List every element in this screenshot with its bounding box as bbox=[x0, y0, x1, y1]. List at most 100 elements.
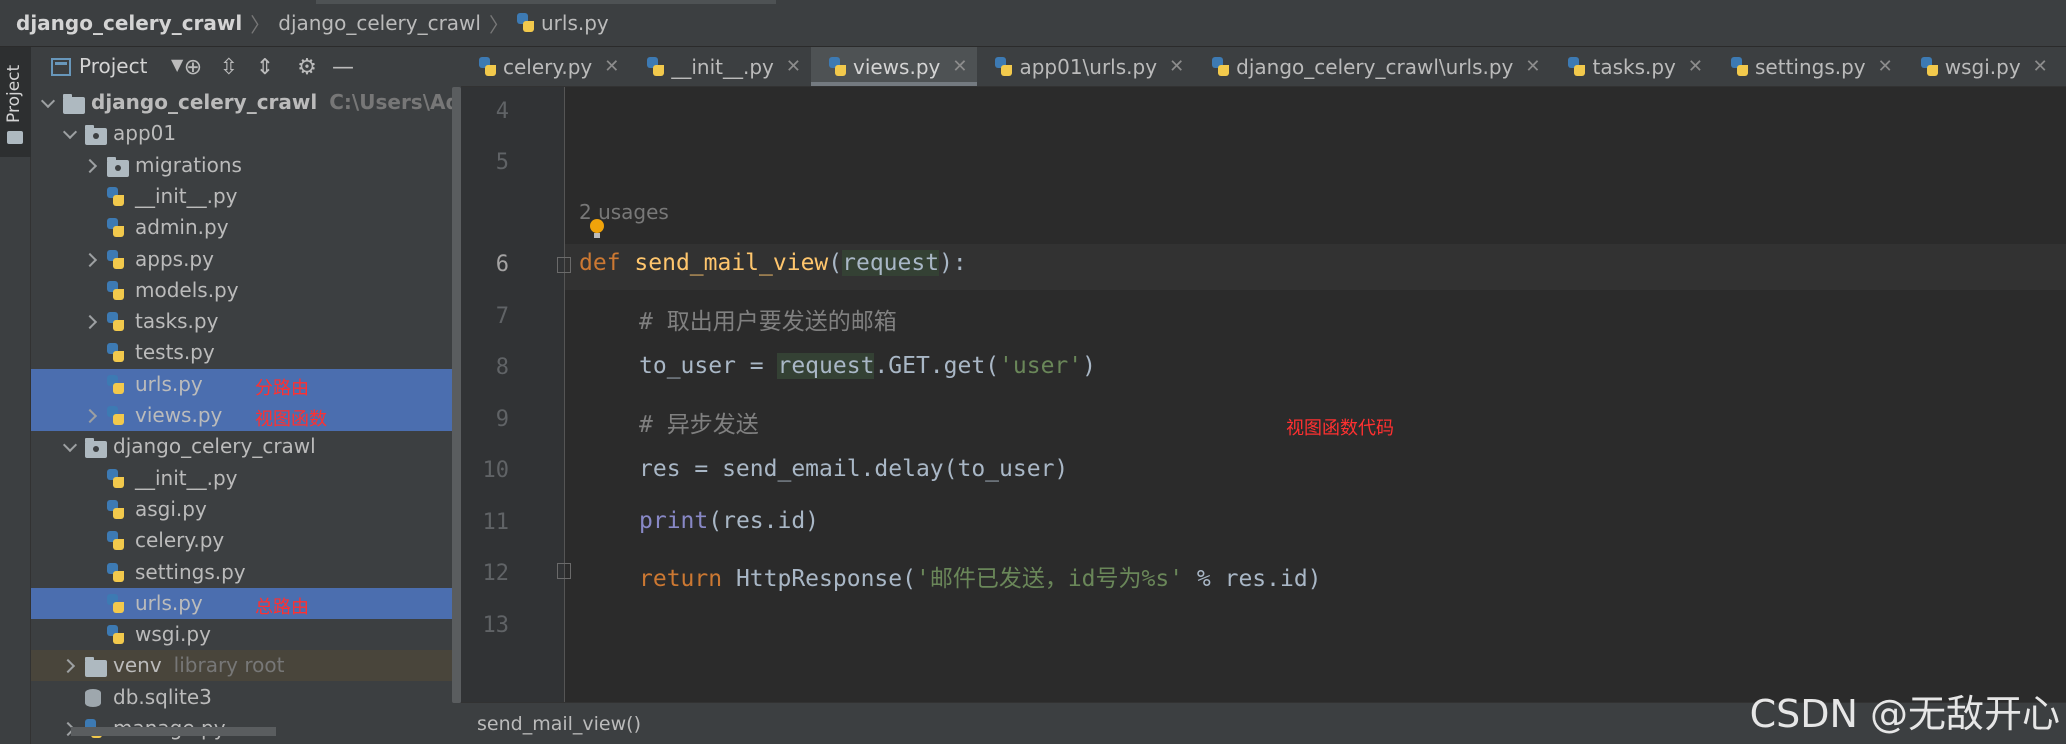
editor-tab[interactable]: __init__.py ✕ bbox=[629, 47, 811, 86]
chevron-right-icon[interactable] bbox=[85, 252, 99, 266]
code-area: def send_mail_view(request): # 取出用户要发送的邮… bbox=[565, 87, 2066, 702]
chevron-right-icon[interactable] bbox=[63, 658, 77, 672]
keyword: def bbox=[579, 250, 621, 276]
tree-item[interactable]: wsgi.py bbox=[31, 619, 461, 650]
chevron-right-icon[interactable] bbox=[85, 408, 99, 422]
tree-item-label: celery.py bbox=[135, 528, 225, 553]
code-line-6: def send_mail_view(request): bbox=[579, 250, 967, 276]
close-icon[interactable]: ✕ bbox=[1525, 56, 1540, 77]
folder-icon bbox=[85, 125, 107, 150]
project-tool-tab[interactable]: Project bbox=[0, 47, 31, 157]
python-file-icon bbox=[107, 562, 125, 588]
python-file-icon bbox=[1920, 56, 1939, 77]
tree-item-label: app01 bbox=[113, 121, 177, 146]
chevron-down-icon[interactable] bbox=[63, 126, 77, 140]
folder-icon bbox=[85, 438, 107, 463]
editor-tab[interactable]: wsgi.py ✕ bbox=[1903, 47, 2058, 86]
tree-item[interactable]: __init__.py bbox=[31, 463, 461, 494]
chevron-right-icon[interactable] bbox=[85, 158, 99, 172]
horizontal-scrollbar[interactable] bbox=[71, 727, 276, 736]
breadcrumb-indicator bbox=[316, 0, 776, 4]
string-literal: '邮件已发送，id号为%s' bbox=[915, 566, 1184, 592]
python-file-icon bbox=[107, 406, 125, 431]
tree-item[interactable]: models.py bbox=[31, 275, 461, 306]
breadcrumb-project[interactable]: django_celery_crawl bbox=[16, 11, 242, 35]
tree-item[interactable]: tasks.py bbox=[31, 306, 461, 337]
expand-all-icon[interactable]: ⇳ bbox=[215, 53, 243, 81]
editor-tab[interactable]: settings.py ✕ bbox=[1713, 47, 1903, 86]
line-number: 4 bbox=[495, 99, 509, 124]
code-line-10: res = send_email.delay(to_user) bbox=[639, 456, 1069, 482]
tree-item[interactable]: urls.py 总路由 bbox=[31, 587, 461, 619]
tree-item-label: models.py bbox=[135, 277, 239, 302]
editor-tab[interactable]: views.py ✕ bbox=[810, 47, 978, 86]
navigation-breadcrumb: django_celery_crawl 〉 django_celery_craw… bbox=[0, 0, 2066, 47]
tree-item[interactable]: venv library root bbox=[31, 650, 461, 682]
project-tool-label: Project bbox=[4, 64, 24, 123]
python-file-icon bbox=[107, 249, 125, 275]
tree-item[interactable]: celery.py bbox=[31, 525, 461, 556]
code-line-12: return HttpResponse('邮件已发送，id号为%s' % res… bbox=[639, 559, 1322, 593]
tree-item[interactable]: app01 bbox=[31, 118, 461, 149]
vertical-scrollbar[interactable] bbox=[452, 87, 461, 703]
folder-icon bbox=[85, 657, 107, 682]
database-icon bbox=[85, 688, 101, 712]
python-file-icon bbox=[107, 312, 125, 337]
tree-item[interactable]: db.sqlite3 bbox=[31, 682, 461, 713]
tree-item-label: urls.py bbox=[135, 590, 203, 615]
tree-item[interactable]: tests.py bbox=[31, 337, 461, 368]
close-icon[interactable]: ✕ bbox=[604, 56, 619, 77]
code-editor[interactable]: 4 5 6 7 8 9 10 11 12 13 2 usages def sen… bbox=[461, 87, 2066, 702]
editor-tab[interactable]: tasks.py ✕ bbox=[1550, 47, 1713, 86]
tree-item-label: apps.py bbox=[135, 246, 214, 271]
python-file-icon bbox=[479, 56, 497, 77]
tree-item[interactable]: admin.py bbox=[31, 212, 461, 243]
python-file-icon bbox=[107, 343, 125, 368]
chevron-right-icon[interactable] bbox=[85, 314, 99, 328]
close-icon[interactable]: ✕ bbox=[1169, 56, 1184, 77]
editor-tab[interactable]: django_celery_crawl\urls.py ✕ bbox=[1194, 47, 1550, 86]
code-line-8: to_user = request.GET.get('user') bbox=[639, 353, 1096, 379]
python-file-icon bbox=[516, 13, 535, 33]
tree-item[interactable]: asgi.py bbox=[31, 494, 461, 525]
tree-item[interactable]: apps.py bbox=[31, 244, 461, 275]
locate-file-icon[interactable]: ⊕ bbox=[179, 53, 207, 81]
close-icon[interactable]: ✕ bbox=[1688, 56, 1703, 77]
python-file-icon bbox=[107, 593, 125, 619]
collapse-all-icon[interactable]: ⇕ bbox=[251, 53, 279, 81]
close-icon[interactable]: ✕ bbox=[1878, 56, 1893, 77]
breadcrumb-file[interactable]: urls.py bbox=[541, 11, 609, 35]
gear-icon[interactable]: ⚙ bbox=[293, 53, 321, 81]
tree-item[interactable]: migrations bbox=[31, 150, 461, 181]
chevron-down-icon[interactable] bbox=[41, 95, 55, 109]
tree-item[interactable]: settings.py bbox=[31, 557, 461, 588]
code-line-9: # 异步发送 bbox=[639, 412, 759, 438]
close-icon[interactable]: ✕ bbox=[952, 56, 967, 77]
string-literal: 'user' bbox=[999, 353, 1083, 379]
code-token: ) bbox=[1082, 353, 1096, 379]
chevron-down-icon[interactable] bbox=[63, 439, 77, 453]
tab-label: tasks.py bbox=[1592, 54, 1676, 79]
folder-icon bbox=[7, 131, 23, 144]
breadcrumb-package[interactable]: django_celery_crawl bbox=[278, 11, 481, 35]
function-crumb[interactable]: send_mail_view() bbox=[477, 713, 641, 735]
line-number: 13 bbox=[482, 613, 510, 638]
python-file-icon bbox=[995, 56, 1013, 77]
editor-tab[interactable]: celery.py ✕ bbox=[461, 47, 629, 86]
tree-item-label: views.py bbox=[135, 403, 223, 427]
tree-item[interactable]: urls.py 分路由 bbox=[31, 368, 461, 400]
tree-item[interactable]: views.py 视图函数 bbox=[31, 400, 461, 431]
tree-item[interactable]: __init__.py bbox=[31, 181, 461, 212]
folder-icon bbox=[107, 156, 129, 182]
minimize-icon[interactable]: — bbox=[329, 53, 357, 81]
close-icon[interactable]: ✕ bbox=[2033, 56, 2048, 77]
python-file-icon bbox=[1212, 56, 1230, 77]
tree-item[interactable]: django_celery_crawl C:\Users\Admin bbox=[31, 87, 502, 118]
line-number: 5 bbox=[495, 150, 509, 175]
close-icon[interactable]: ✕ bbox=[786, 56, 801, 77]
breadcrumb-separator: 〉 bbox=[488, 12, 509, 37]
highlighted-token: request bbox=[777, 353, 875, 379]
tree-item[interactable]: django_celery_crawl bbox=[31, 431, 461, 462]
project-panel-title[interactable]: Project bbox=[79, 54, 147, 78]
editor-tab[interactable]: app01\urls.py ✕ bbox=[977, 47, 1194, 86]
